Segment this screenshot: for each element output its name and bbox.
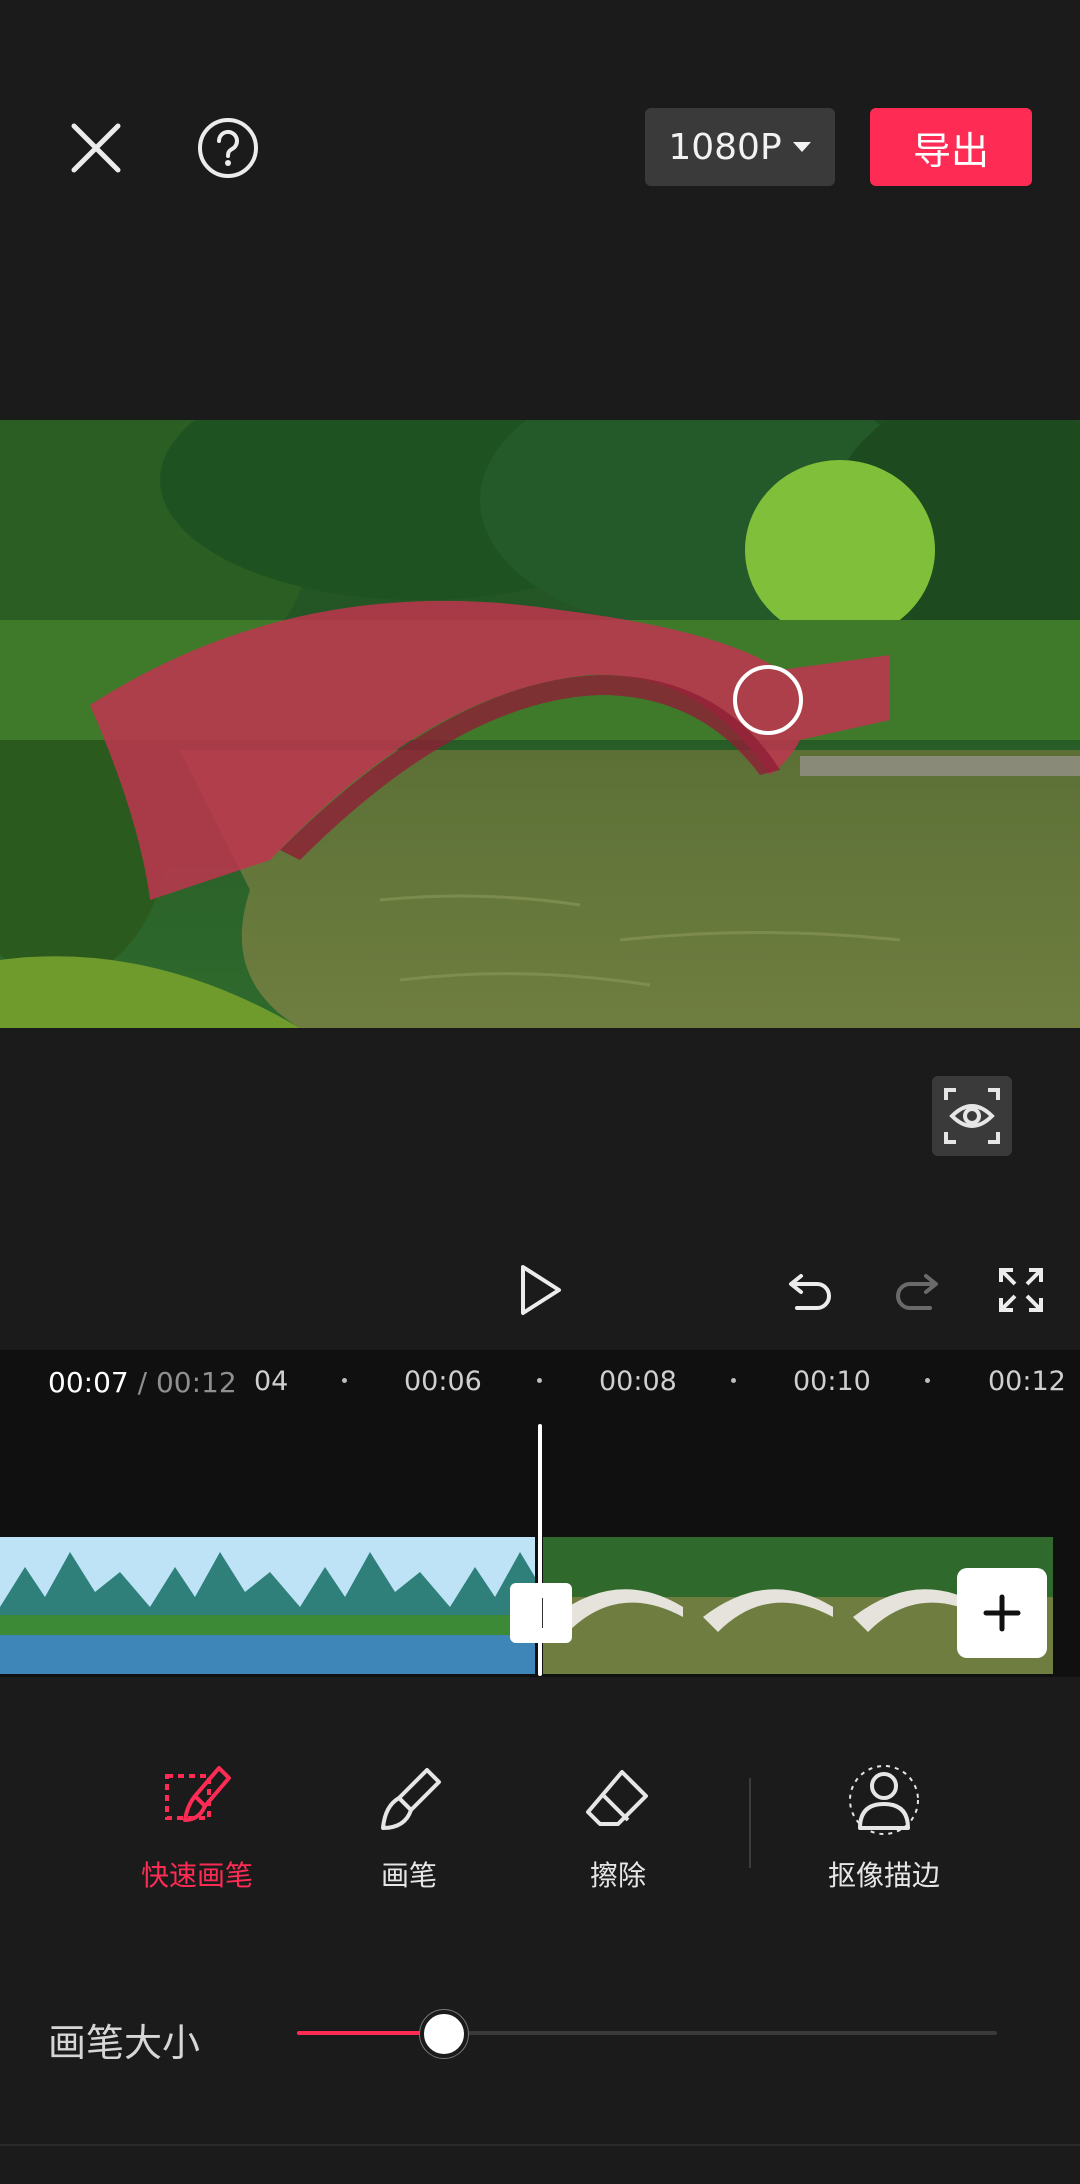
clip-thumbnail bbox=[150, 1537, 300, 1674]
tool-divider bbox=[749, 1778, 751, 1868]
ruler-tick-label: 00:10 bbox=[793, 1366, 871, 1397]
ruler-dot bbox=[925, 1378, 930, 1383]
playhead[interactable] bbox=[538, 1424, 542, 1676]
preview-toggle-button[interactable] bbox=[932, 1076, 1012, 1156]
time-separator: / bbox=[128, 1366, 156, 1399]
total-time: 00:12 bbox=[155, 1366, 237, 1399]
ruler-tick-label: 00:12 bbox=[988, 1366, 1066, 1397]
tool-brush[interactable]: 画笔 bbox=[309, 1760, 509, 1894]
help-button[interactable] bbox=[192, 112, 264, 184]
fullscreen-icon bbox=[999, 1268, 1043, 1312]
ruler-tick-label: 00:06 bbox=[404, 1366, 482, 1397]
eraser-icon bbox=[578, 1760, 658, 1840]
add-clip-button[interactable] bbox=[957, 1568, 1047, 1658]
export-button[interactable]: 导出 bbox=[870, 108, 1032, 186]
tool-label: 快速画笔 bbox=[140, 1859, 253, 1892]
tool-eraser[interactable]: 擦除 bbox=[518, 1760, 718, 1894]
brush-size-label: 画笔大小 bbox=[48, 2021, 201, 2065]
play-icon bbox=[521, 1265, 561, 1315]
preview-frame bbox=[0, 420, 1080, 1028]
ruler-tick-label: 00:08 bbox=[599, 1366, 677, 1397]
clip-thumbnail bbox=[0, 1537, 150, 1674]
fullscreen-button[interactable] bbox=[989, 1258, 1053, 1322]
brush-icon bbox=[369, 1760, 449, 1840]
clip-thumbnail bbox=[693, 1537, 843, 1674]
bottom-divider bbox=[0, 2144, 1080, 2146]
resolution-dropdown[interactable]: 1080P bbox=[645, 108, 835, 186]
time-display: 00:07 / 00:12 bbox=[48, 1366, 237, 1399]
clip-thumbnail bbox=[300, 1537, 450, 1674]
tool-label: 画笔 bbox=[380, 1859, 437, 1892]
cutout-stroke-icon bbox=[844, 1760, 924, 1840]
ruler-dot bbox=[537, 1378, 542, 1383]
redo-icon bbox=[896, 1274, 938, 1310]
undo-button[interactable] bbox=[779, 1258, 843, 1322]
tool-label: 抠像描边 bbox=[827, 1859, 940, 1892]
undo-icon bbox=[789, 1274, 831, 1310]
video-preview[interactable] bbox=[0, 420, 1080, 1028]
help-icon bbox=[198, 118, 258, 178]
resolution-value: 1080P bbox=[668, 126, 782, 168]
tool-quick-brush[interactable]: 快速画笔 bbox=[97, 1760, 297, 1894]
ruler-tick-label: 04 bbox=[254, 1366, 289, 1397]
tool-cutout-stroke[interactable]: 抠像描边 bbox=[784, 1760, 984, 1894]
eye-icon bbox=[944, 1088, 1000, 1144]
ruler-dot bbox=[731, 1378, 736, 1383]
tool-label: 擦除 bbox=[589, 1859, 646, 1892]
quick-brush-icon bbox=[157, 1760, 237, 1840]
current-time: 00:07 bbox=[48, 1366, 129, 1399]
ruler-dot bbox=[342, 1378, 347, 1383]
plus-icon bbox=[983, 1594, 1021, 1632]
brush-size-slider-knob[interactable] bbox=[420, 2010, 468, 2058]
caret-down-icon bbox=[792, 142, 811, 152]
close-icon bbox=[71, 123, 121, 173]
close-button[interactable] bbox=[60, 112, 132, 184]
play-button[interactable] bbox=[508, 1258, 572, 1322]
redo-button[interactable] bbox=[884, 1258, 948, 1322]
